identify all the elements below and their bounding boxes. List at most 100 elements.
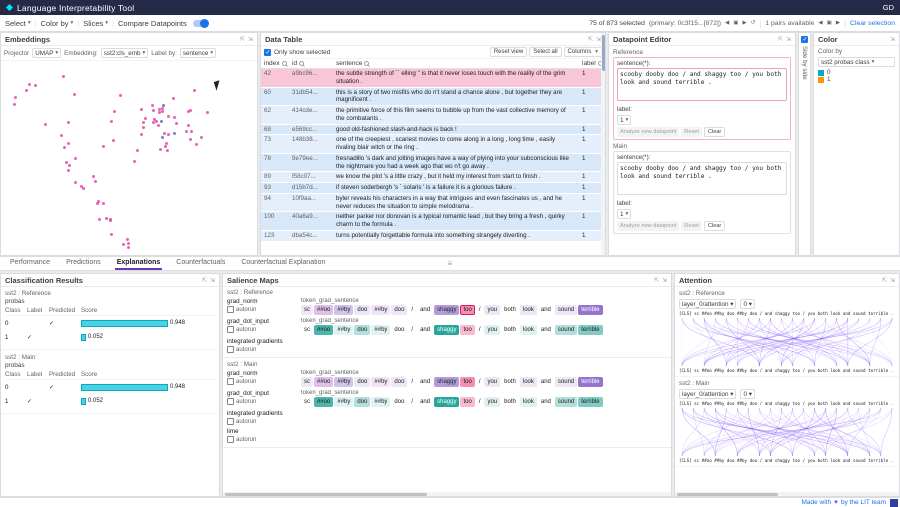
embedding-point[interactable] [136, 149, 139, 152]
embedding-point[interactable] [175, 122, 178, 125]
embedding-point[interactable] [96, 202, 99, 205]
embedding-point[interactable] [13, 103, 16, 106]
user-initials[interactable]: GD [883, 3, 894, 12]
embedding-point[interactable] [98, 218, 101, 221]
tab-predictions[interactable]: Predictions [64, 257, 103, 270]
prev-datapoint-icon[interactable]: ◀ [725, 20, 729, 26]
embedding-point[interactable] [105, 217, 108, 220]
token-chip[interactable]: sound [555, 325, 577, 335]
embedding-point[interactable] [127, 242, 130, 245]
token-chip[interactable]: and [538, 325, 554, 335]
label-by-select[interactable]: sentence▾ [180, 48, 216, 58]
token-chip[interactable]: and [417, 305, 433, 315]
expand-icon[interactable]: ⇱ [202, 277, 207, 284]
token-chip[interactable]: and [538, 397, 554, 407]
expand-icon[interactable]: ⇱ [588, 36, 593, 43]
token-chip[interactable]: ##by [334, 377, 353, 387]
embedding-point[interactable] [200, 136, 203, 139]
autorun-checkbox[interactable] [227, 326, 234, 333]
head-select[interactable]: 0 ▾ [740, 299, 754, 309]
embedding-point[interactable] [73, 93, 76, 96]
token-chip[interactable]: shaggy [434, 305, 459, 315]
embedding-point[interactable] [166, 149, 169, 152]
token-chip[interactable]: ##by [371, 325, 390, 335]
embedding-point[interactable] [34, 84, 37, 87]
embedding-point[interactable] [152, 121, 155, 124]
token-chip[interactable]: / [476, 325, 484, 335]
embedding-point[interactable] [187, 124, 190, 127]
embedding-point[interactable] [172, 97, 175, 100]
embedding-point[interactable] [44, 123, 47, 126]
embedding-point[interactable] [67, 169, 70, 172]
scrollbar-thumb[interactable] [225, 493, 427, 496]
embedding-point[interactable] [133, 160, 136, 163]
token-chip[interactable]: too [460, 305, 474, 315]
token-chip[interactable]: and [538, 305, 554, 315]
vertical-scrollbar[interactable] [601, 33, 605, 255]
embedding-point[interactable] [162, 104, 165, 107]
token-chip[interactable]: ##oo [314, 325, 333, 335]
token-chip[interactable]: shaggy [434, 377, 459, 387]
embedding-point[interactable] [14, 96, 17, 99]
clear-selection-button[interactable]: Clear selection [850, 20, 895, 27]
analyze-button-reference[interactable]: Analyze new datapoint [617, 127, 679, 137]
token-chip[interactable]: shaggy [434, 325, 459, 335]
embedding-point[interactable] [62, 75, 65, 78]
embedding-point[interactable] [109, 219, 112, 222]
token-chip[interactable]: doo [354, 305, 370, 315]
token-chip[interactable]: sc [301, 325, 313, 335]
token-chip[interactable]: ##by [334, 397, 353, 407]
next-pair-icon[interactable]: ▶ [836, 20, 840, 26]
token-chip[interactable]: doo [391, 377, 407, 387]
embedding-point[interactable] [102, 145, 105, 148]
embedding-point[interactable] [112, 139, 115, 142]
search-icon[interactable] [299, 61, 304, 66]
popout-icon[interactable]: ⇲ [248, 36, 253, 43]
search-icon[interactable] [364, 61, 369, 66]
token-chip[interactable]: shaggy [434, 397, 459, 407]
tab-performance[interactable]: Performance [8, 257, 52, 270]
embedding-point[interactable] [161, 110, 164, 113]
embedding-point[interactable] [63, 146, 66, 149]
prev-pair-icon[interactable]: ◀ [818, 20, 822, 26]
tab-counterfactuals[interactable]: Counterfactuals [174, 257, 227, 270]
reset-button-reference[interactable]: Reset [681, 127, 702, 137]
embedding-point[interactable] [167, 133, 170, 136]
embedding-point[interactable] [161, 136, 164, 139]
embedding-point[interactable] [127, 246, 130, 249]
embedding-point[interactable] [142, 126, 145, 129]
pin-datapoint-icon[interactable]: ▣ [733, 20, 738, 26]
embedding-point[interactable] [173, 116, 176, 119]
embedding-point[interactable] [102, 202, 105, 205]
embedding-point[interactable] [122, 243, 125, 246]
clear-button-main[interactable]: Clear [704, 221, 725, 231]
reset-view-button[interactable]: Reset view [490, 47, 527, 57]
token-chip[interactable]: doo [391, 325, 407, 335]
expand-icon[interactable]: ⇱ [654, 277, 659, 284]
embedding-point[interactable] [163, 132, 166, 135]
token-chip[interactable]: both [501, 397, 519, 407]
select-all-button[interactable]: Select all [529, 47, 561, 57]
autorun-checkbox[interactable] [227, 346, 234, 353]
tab-counterfactual-explanation[interactable]: Counterfactual Explanation [239, 257, 327, 270]
slices-menu[interactable]: Slices▾ [83, 19, 108, 28]
popout-icon[interactable]: ⇲ [890, 277, 895, 284]
autorun-checkbox[interactable] [227, 436, 234, 443]
embedding-point[interactable] [165, 142, 168, 145]
token-chip[interactable]: and [417, 325, 433, 335]
embedding-point[interactable] [110, 233, 113, 236]
clear-button-reference[interactable]: Clear [704, 127, 725, 137]
embedding-point[interactable] [160, 120, 163, 123]
expand-icon[interactable]: ⇱ [882, 277, 887, 284]
token-chip[interactable]: doo [354, 377, 370, 387]
autorun-checkbox[interactable] [227, 378, 234, 385]
token-chip[interactable]: sc [301, 397, 313, 407]
embedding-point[interactable] [140, 133, 143, 136]
scrollbar-thumb[interactable] [677, 493, 778, 496]
label-select-reference[interactable]: 1▾ [617, 115, 631, 125]
token-chip[interactable]: sc [301, 377, 313, 387]
embedding-point[interactable] [142, 121, 145, 124]
embedding-point[interactable] [206, 111, 209, 114]
embedding-point[interactable] [74, 181, 77, 184]
projector-select[interactable]: UMAP▾ [32, 48, 61, 58]
